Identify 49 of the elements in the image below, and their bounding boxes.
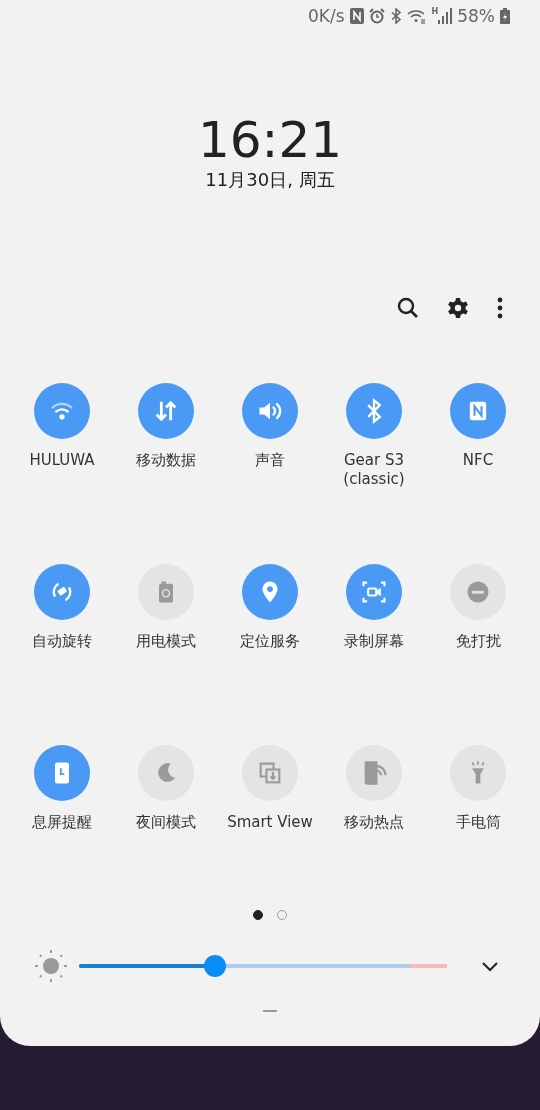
tile-label: 息屏提醒 bbox=[32, 813, 92, 832]
sun-icon bbox=[34, 949, 68, 983]
toggle-button[interactable] bbox=[450, 383, 506, 439]
search-icon[interactable] bbox=[396, 296, 420, 320]
tile-label: 免打扰 bbox=[455, 632, 501, 651]
toggle-button[interactable] bbox=[346, 383, 402, 439]
tile-label: HULUWA bbox=[29, 451, 95, 470]
tile-label: 用电模式 bbox=[136, 632, 196, 651]
toggle-button[interactable] bbox=[34, 745, 90, 801]
toggle-button[interactable] bbox=[242, 745, 298, 801]
battery-charging-icon bbox=[500, 8, 510, 24]
toggle-button[interactable] bbox=[450, 745, 506, 801]
tile-label: 移动数据 bbox=[136, 451, 196, 470]
tile-label: 声音 bbox=[255, 451, 285, 470]
toggle-button[interactable] bbox=[346, 745, 402, 801]
toggle-button[interactable] bbox=[34, 383, 90, 439]
toggle-button[interactable] bbox=[138, 745, 194, 801]
toggle-button[interactable] bbox=[346, 564, 402, 620]
clock-time: 16:21 bbox=[197, 112, 343, 168]
tile-label: 手电筒 bbox=[455, 813, 501, 832]
nfc-icon bbox=[349, 8, 364, 24]
clock-date: 11月30日, 周五 bbox=[205, 168, 335, 192]
drag-handle[interactable] bbox=[263, 1010, 277, 1012]
tile-label: Gear S3 (classic) bbox=[343, 451, 405, 489]
toggle-button[interactable] bbox=[138, 564, 194, 620]
battery-percent: 58% bbox=[457, 6, 495, 26]
toggle-button[interactable] bbox=[450, 564, 506, 620]
settings-icon[interactable] bbox=[446, 296, 470, 320]
toggle-button[interactable] bbox=[34, 564, 90, 620]
chevron-down-icon[interactable] bbox=[480, 959, 500, 973]
tile-label: Smart View bbox=[227, 813, 313, 832]
more-icon[interactable] bbox=[496, 296, 504, 320]
alarm-icon bbox=[368, 8, 385, 24]
tile-label: 夜间模式 bbox=[136, 813, 196, 832]
slider-thumb[interactable] bbox=[203, 955, 226, 977]
toggle-button[interactable] bbox=[242, 383, 298, 439]
network-type: H bbox=[431, 7, 439, 16]
tile-label: 自动旋转 bbox=[32, 632, 92, 651]
bluetooth-icon bbox=[389, 8, 402, 24]
tile-label: NFC bbox=[462, 451, 494, 470]
network-speed: 0K/s bbox=[307, 6, 345, 26]
toggle-button[interactable] bbox=[138, 383, 194, 439]
signal-icon bbox=[438, 8, 453, 24]
tile-label: 定位服务 bbox=[240, 632, 300, 651]
wifi-icon bbox=[406, 8, 427, 24]
page-indicator-dot[interactable] bbox=[253, 910, 263, 920]
toggle-button[interactable] bbox=[242, 564, 298, 620]
tile-label: 移动热点 bbox=[344, 813, 404, 832]
tile-label: 录制屏幕 bbox=[344, 632, 404, 651]
